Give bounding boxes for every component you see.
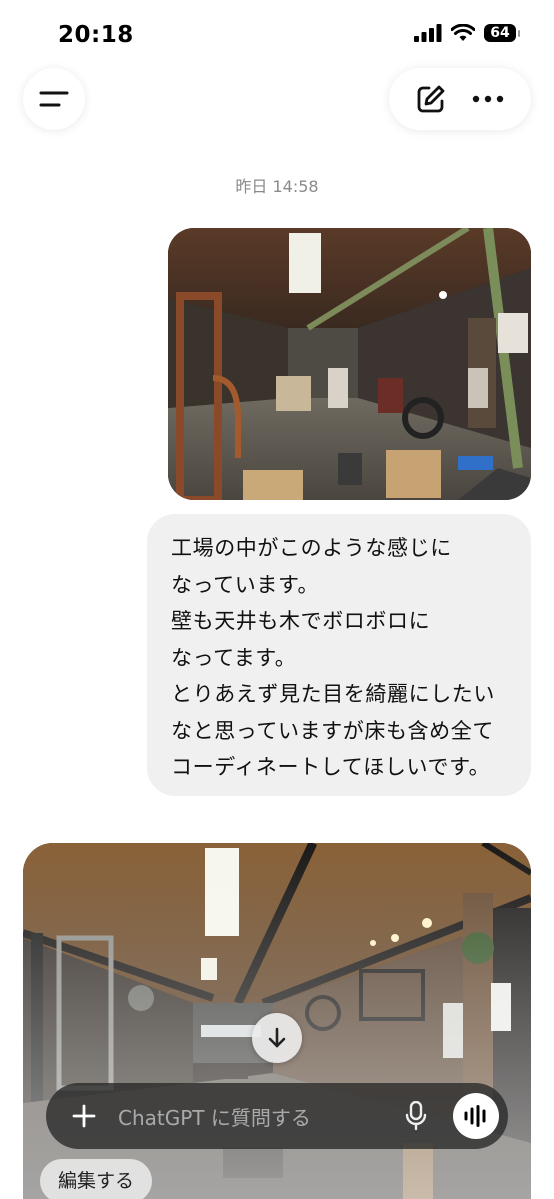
status-time: 20:18	[58, 22, 134, 48]
signal-icon	[414, 24, 442, 42]
more-icon	[472, 95, 504, 103]
new-chat-button[interactable]	[416, 84, 446, 114]
message-input[interactable]: ChatGPT に質問する	[118, 1102, 401, 1131]
user-message-bubble: 工場の中がこのような感じに なっています。 壁も天井も木でボロボロに なってます…	[147, 514, 531, 796]
top-actions	[389, 68, 531, 130]
composer-bar: ChatGPT に質問する	[46, 1083, 508, 1149]
wifi-icon	[451, 24, 475, 41]
edit-button[interactable]: 編集する	[40, 1159, 153, 1199]
more-button[interactable]	[472, 95, 504, 103]
status-icons: 64	[414, 24, 520, 42]
new-chat-icon	[417, 85, 445, 113]
attach-button[interactable]	[68, 1100, 100, 1132]
mic-icon	[405, 1101, 427, 1131]
dictate-button[interactable]	[401, 1098, 431, 1134]
voice-mode-icon	[464, 1105, 486, 1127]
scroll-down-button[interactable]	[252, 1013, 302, 1063]
message-timestamp: 昨日 14:58	[235, 177, 319, 196]
user-message-text: 工場の中がこのような感じに なっています。 壁も天井も木でボロボロに なってます…	[171, 536, 495, 779]
voice-mode-button[interactable]	[453, 1093, 499, 1139]
menu-icon	[39, 91, 69, 107]
menu-button[interactable]	[23, 68, 85, 130]
user-uploaded-image[interactable]	[168, 228, 531, 500]
arrow-down-icon	[268, 1027, 286, 1048]
plus-icon	[72, 1104, 96, 1128]
battery-icon: 64	[484, 24, 520, 42]
